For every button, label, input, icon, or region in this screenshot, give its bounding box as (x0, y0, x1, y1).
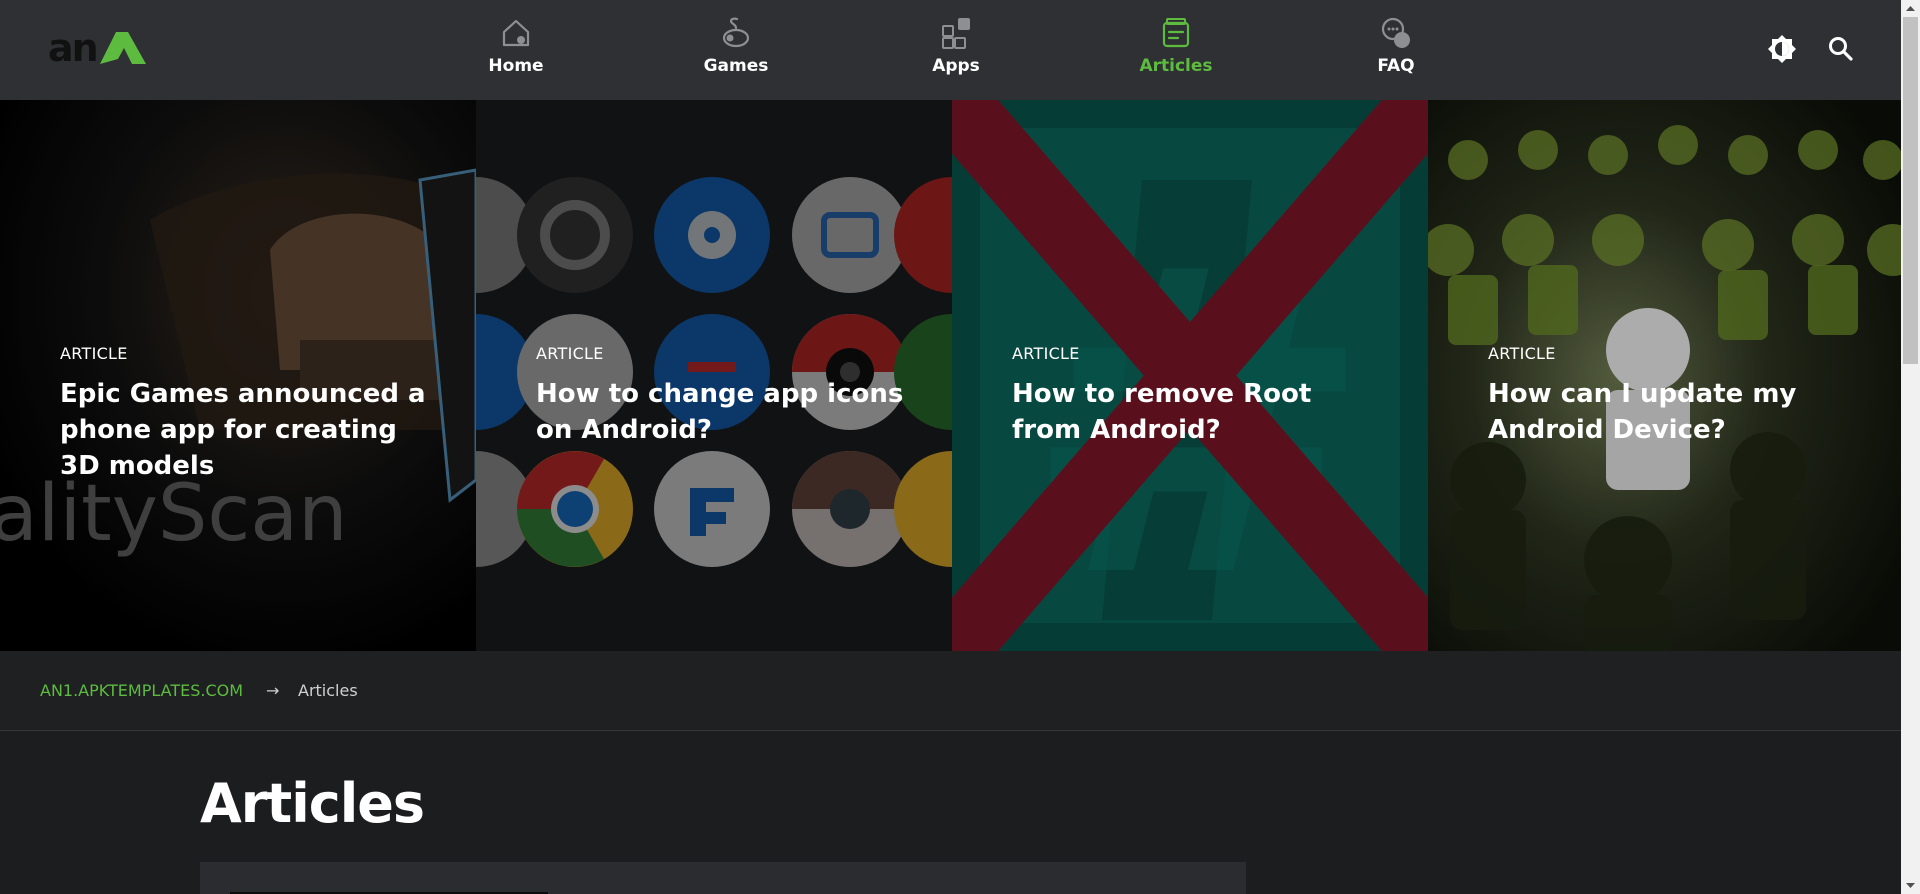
card-category: ARTICLE (1012, 344, 1080, 363)
nav-games[interactable]: Games (671, 16, 801, 86)
hero-card-epic-games[interactable]: alityScan ARTICLE Epic Games announced a… (0, 100, 476, 651)
chat-bubbles-icon (1381, 17, 1410, 48)
breadcrumb: AN1.APKTEMPLATES.COM → Articles (0, 651, 1901, 731)
nav-home-label: Home (488, 56, 544, 76)
scroll-up-arrow-icon[interactable] (1901, 0, 1920, 17)
card-category: ARTICLE (60, 344, 128, 363)
card-category: ARTICLE (536, 344, 604, 363)
page: an Home Games Apps Articles FAQ alitySca… (0, 0, 1920, 894)
site-header: an Home Games Apps Articles FAQ (0, 0, 1901, 100)
nav-articles-label: Articles (1139, 56, 1213, 76)
articles-icon (1162, 18, 1190, 48)
nav-faq-label: FAQ (1377, 56, 1415, 76)
hero-card-app-icons[interactable]: ARTICLE How to change app icons on Andro… (476, 100, 952, 651)
page-title: Articles (200, 772, 425, 835)
theme-toggle-icon[interactable] (1765, 32, 1799, 66)
card-title[interactable]: How to remove Root from Android? (1012, 376, 1382, 448)
article-list-card[interactable] (200, 862, 1246, 894)
logo-mark (100, 32, 146, 64)
hero-card-update-android[interactable]: ARTICLE How can I update my Android Devi… (1428, 100, 1901, 651)
nav-games-label: Games (703, 56, 769, 76)
card-title[interactable]: Epic Games announced a phone app for cre… (60, 376, 430, 484)
hero-card-remove-root[interactable]: # ARTICLE How to remove Root from Androi… (952, 100, 1428, 651)
nav-apps[interactable]: Apps (891, 16, 1021, 86)
gamepad-icon (722, 17, 750, 48)
scrollbar-thumb[interactable] (1903, 17, 1918, 364)
nav-articles[interactable]: Articles (1111, 16, 1241, 86)
breadcrumb-home-link[interactable]: AN1.APKTEMPLATES.COM (40, 681, 243, 700)
site-logo[interactable]: an (48, 28, 152, 68)
breadcrumb-separator: → (266, 681, 280, 700)
scroll-down-arrow-icon[interactable] (1901, 877, 1920, 894)
apps-grid-icon (942, 18, 970, 49)
card-category: ARTICLE (1488, 344, 1556, 363)
logo-text: an (48, 28, 97, 68)
main-viewport: an Home Games Apps Articles FAQ alitySca… (0, 0, 1901, 894)
card-title[interactable]: How to change app icons on Android? (536, 376, 906, 448)
nav-faq[interactable]: FAQ (1331, 16, 1461, 86)
breadcrumb-current: Articles (298, 681, 358, 700)
nav-apps-label: Apps (932, 56, 980, 76)
search-icon[interactable] (1824, 32, 1858, 66)
nav-home[interactable]: Home (451, 16, 581, 86)
card-title[interactable]: How can I update my Android Device? (1488, 376, 1858, 448)
vertical-scrollbar[interactable] (1901, 0, 1920, 894)
hero-carousel: alityScan ARTICLE Epic Games announced a… (0, 100, 1901, 651)
home-icon (502, 19, 530, 47)
